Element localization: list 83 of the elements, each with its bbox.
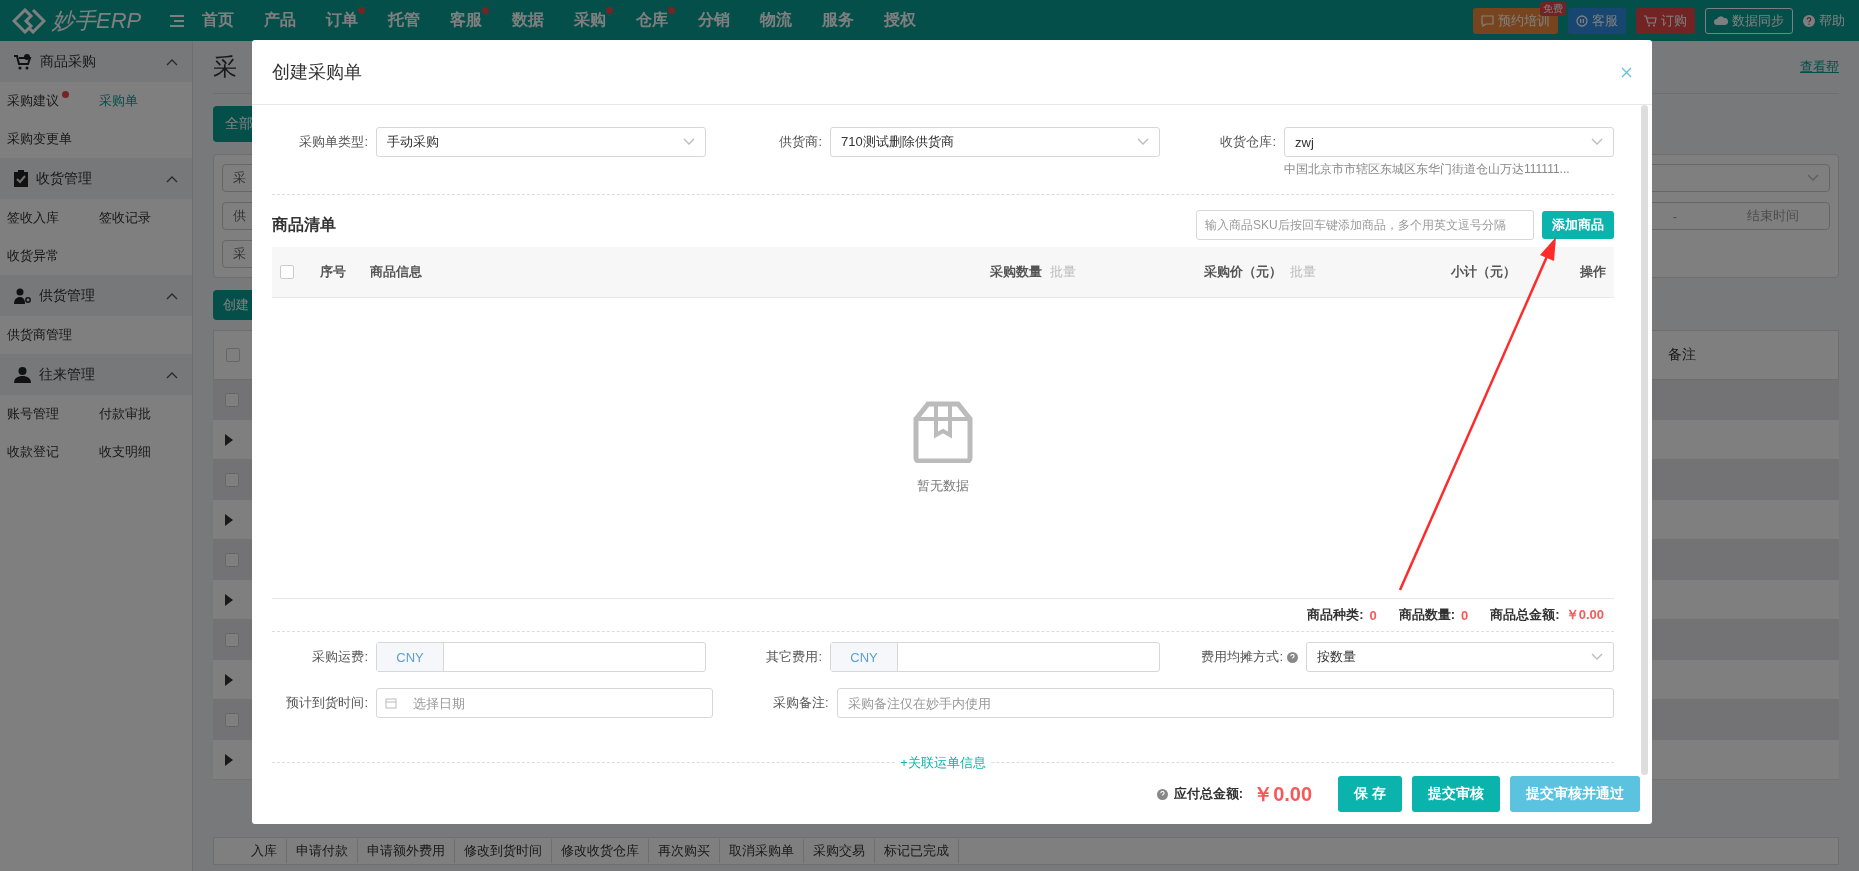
field-label: 费用均摊方式:: [1180, 642, 1306, 672]
sidebar-group-header[interactable]: 商品采购: [0, 41, 192, 82]
field-label: 供货商:: [778, 133, 823, 151]
sync-button[interactable]: 数据同步: [1705, 7, 1793, 34]
select-field[interactable]: 手动采购: [376, 127, 706, 157]
nav-item[interactable]: 首页: [202, 10, 262, 31]
sidebar-group-header[interactable]: 往来管理: [0, 354, 192, 395]
address-note: 中国北京市市辖区东城区东华门街道仓山万达111111...: [1284, 161, 1571, 178]
add-product-button[interactable]: 添加商品: [1542, 211, 1614, 239]
submit-button[interactable]: 提交审核并通过: [1510, 776, 1640, 812]
group-title: 供货管理: [39, 286, 95, 305]
sidebar-item[interactable]: 采购单: [99, 82, 191, 120]
column-header: 备注: [1668, 346, 1696, 364]
total-value: ￥0.00: [1565, 606, 1604, 624]
amount-field[interactable]: CNY: [830, 642, 1160, 672]
column-header: 小计（元）: [1450, 263, 1516, 281]
sidebar-item[interactable]: 采购建议: [7, 82, 99, 120]
field-label: 采购备注:: [772, 694, 830, 712]
sidebar-group-header[interactable]: 收货管理: [0, 158, 192, 199]
column-header: 采购数量 批量: [989, 263, 1076, 281]
service-button[interactable]: 客服: [1568, 7, 1626, 34]
section-title: 商品清单: [272, 214, 336, 235]
sku-input[interactable]: 输入商品SKU后按回车键添加商品，多个用英文逗号分隔: [1196, 210, 1534, 240]
sidebar-item[interactable]: 供货商管理: [7, 316, 99, 354]
nav-item[interactable]: 仓库: [636, 10, 696, 31]
select-field[interactable]: 按数量: [1306, 642, 1614, 672]
sidebar-group-header[interactable]: 供货管理: [0, 275, 192, 316]
submit-button[interactable]: 提交审核: [1412, 776, 1500, 812]
column-header: 采购价（元） 批量: [1203, 263, 1316, 281]
total-label: 商品数量:: [1398, 606, 1456, 624]
nav-item[interactable]: 物流: [760, 10, 820, 31]
total-amount: ￥0.00: [1253, 781, 1313, 807]
field-label: 其它费用:: [765, 648, 823, 666]
submit-button[interactable]: 保 存: [1338, 776, 1402, 812]
nav-item[interactable]: 数据: [512, 10, 572, 31]
field-label: 采购单类型:: [298, 133, 369, 151]
sidebar-item[interactable]: 收货异常: [7, 237, 99, 275]
batch-link[interactable]: 批量: [1050, 264, 1076, 279]
link-waybill[interactable]: +关联运单信息: [896, 754, 990, 772]
total-label: 商品总金额:: [1490, 606, 1560, 624]
batch-link[interactable]: 批量: [1290, 264, 1316, 279]
total-label: 商品种类:: [1307, 606, 1364, 624]
logo-text: 妙手ERP: [52, 6, 142, 35]
select-field[interactable]: zwj: [1284, 127, 1614, 157]
field-label: 收货仓库:: [1219, 133, 1277, 151]
nav-item[interactable]: 订单: [326, 10, 386, 31]
total-label: 应付总金额:: [1173, 785, 1244, 803]
field-label: 预计到货时间:: [285, 694, 369, 712]
sidebar-item[interactable]: 付款审批: [99, 395, 191, 433]
date-separator: -: [1672, 208, 1677, 224]
help-link[interactable]: 查看帮: [1800, 58, 1839, 76]
column-header: 序号: [320, 263, 347, 281]
sidebar-item[interactable]: 采购变更单: [7, 120, 99, 158]
sidebar-item[interactable]: 收支明细: [99, 433, 191, 471]
nav-item[interactable]: 客服: [450, 10, 510, 31]
page-title: 采: [213, 52, 237, 82]
sidebar-item[interactable]: 收款登记: [7, 433, 99, 471]
nav-item[interactable]: 授权: [884, 10, 944, 31]
field-label: 采购运费:: [311, 648, 369, 666]
nav-item[interactable]: 托管: [388, 10, 448, 31]
date-field[interactable]: 选择日期: [376, 688, 713, 718]
nav-item[interactable]: 采购: [574, 10, 634, 31]
column-header: 操作: [1579, 263, 1606, 281]
group-title: 商品采购: [40, 52, 96, 71]
nav-item[interactable]: 分销: [698, 10, 758, 31]
total-value: 0: [1461, 607, 1469, 623]
nav-item[interactable]: 产品: [264, 10, 324, 31]
dialog-title: 创建采购单: [272, 61, 362, 84]
group-title: 收货管理: [36, 169, 92, 188]
help-button[interactable]: 帮助: [1803, 7, 1845, 34]
total-value: 0: [1369, 607, 1377, 623]
empty-text: 暂无数据: [917, 477, 969, 495]
group-title: 往来管理: [39, 365, 95, 384]
remark-field[interactable]: 采购备注仅在妙手内使用: [836, 688, 1614, 718]
column-header: 商品信息: [370, 263, 423, 281]
sidebar-item[interactable]: 签收记录: [99, 199, 191, 237]
order-button[interactable]: 订购: [1636, 7, 1695, 34]
sidebar-item[interactable]: 账号管理: [7, 395, 99, 433]
amount-field[interactable]: CNY: [376, 642, 706, 672]
sidebar-item[interactable]: 签收入库: [7, 199, 99, 237]
free-badge: 免费: [1540, 1, 1566, 16]
select-field[interactable]: 710测试删除供货商: [830, 127, 1160, 157]
nav-item[interactable]: 服务: [822, 10, 882, 31]
